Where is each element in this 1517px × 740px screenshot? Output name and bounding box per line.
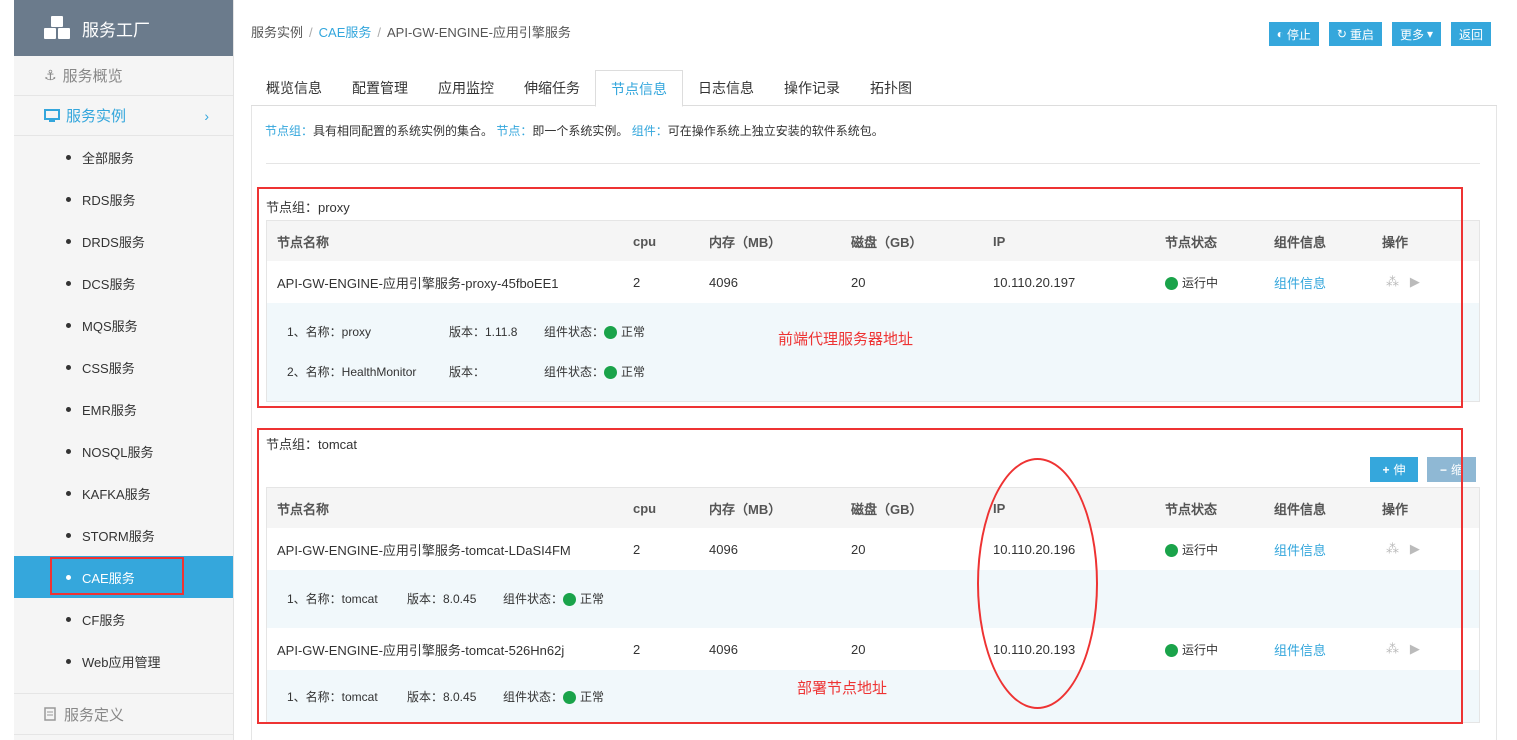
sidebar-item-label: DCS服务 [82,276,136,292]
sidebar-item-service[interactable]: DRDS服务 [14,220,233,262]
brand-header[interactable]: 服务工厂 [14,0,233,56]
tab-0[interactable]: 概览信息 [251,70,337,106]
sidebar-item-label: KAFKA服务 [82,486,151,502]
chevron-right-icon: › [204,107,209,124]
breadcrumb: 服务实例 / CAE服务 / API-GW-ENGINE-应用引擎服务 [251,25,571,40]
bullet-icon [66,364,71,370]
tab-6[interactable]: 操作记录 [769,70,855,106]
cubes-icon [44,16,70,39]
bullet-icon [66,448,71,454]
sidebar-item-label: MQS服务 [82,318,138,334]
service-submenu: 全部服务 RDS服务 DRDS服务 DCS服务 MQS服务 CSS服务 EMR服务 NOSQL… [14,136,233,682]
sidebar-item-service[interactable]: DCS服务 [14,262,233,304]
nav-label: 服务定义 [64,706,125,724]
anchor-icon: ⚓ [44,67,57,83]
bullet-icon [66,238,71,244]
action-buttons: ◐ 停止 ↻ 重启 更多 ▾ 返回 [1268,22,1491,46]
back-label: 返回 [1458,27,1483,42]
breadcrumb-current: API-GW-ENGINE-应用引擎服务 [387,25,571,40]
intro-key-node: 节点： [496,124,533,138]
intro-key-component: 组件： [631,124,668,138]
nav-service-overview[interactable]: ⚓ 服务概览 [14,56,233,96]
sidebar-item-label: RDS服务 [82,192,136,208]
monitor-icon [44,108,60,122]
annotation-tomcat-note: 部署节点地址 [797,680,888,697]
restart-button[interactable]: ↻ 重启 [1328,22,1382,46]
sidebar-item-label: EMR服务 [82,402,137,418]
sidebar-item-service[interactable]: EMR服务 [14,388,233,430]
restart-label: 重启 [1349,27,1374,42]
intro-text: 节点组：具有相同配置的系统实例的集合。 节点：即一个系统实例。 组件：可在操作系… [265,122,884,139]
annotation-ellipse-ip [977,458,1098,709]
more-label: 更多 [1399,27,1424,42]
tab-1[interactable]: 配置管理 [337,70,423,106]
sidebar-item-label: 全部服务 [82,150,135,166]
sidebar-item-service[interactable]: STORM服务 [14,514,233,556]
nav-label: 服务实例 [66,108,127,125]
tab-2[interactable]: 应用监控 [423,70,509,106]
bullet-icon [66,406,71,412]
bullet-icon [66,154,71,160]
bullet-icon [66,532,71,538]
toggle-icon: ◐ [1276,27,1284,41]
bullet-icon [66,280,71,286]
more-button[interactable]: 更多 ▾ [1391,22,1441,46]
annotation-box-proxy [257,187,1463,408]
sidebar-item-service[interactable]: CF服务 [14,598,233,640]
stop-button[interactable]: ◐ 停止 [1268,22,1319,46]
refresh-icon: ↻ [1336,27,1347,41]
sidebar-item-label: DRDS服务 [82,234,145,250]
tab-5[interactable]: 日志信息 [683,70,769,106]
sidebar-item-service[interactable]: RDS服务 [14,178,233,220]
intro-text-node: 即一个系统实例。 [532,124,629,138]
sidebar: 服务工厂 ⚓ 服务概览 服务实例 › 全部服务 RDS服务 DRDS服务 DCS服务 M… [14,0,234,740]
sidebar-item-service[interactable]: MQS服务 [14,304,233,346]
sidebar-item-label: Web应用管理 [82,654,161,670]
sidebar-item-service[interactable]: CSS服务 [14,346,233,388]
bullet-icon [66,196,71,202]
sidebar-item-label: CF服务 [82,612,126,628]
nav-label: 服务概览 [62,68,123,85]
divider [266,163,1480,164]
intro-text-group: 具有相同配置的系统实例的集合。 [313,124,494,138]
annotation-box-cae [50,557,184,595]
tab-7[interactable]: 拓扑图 [855,70,927,106]
sidebar-item-service[interactable]: NOSQL服务 [14,430,233,472]
sidebar-item-service[interactable]: Web应用管理 [14,640,233,682]
bullet-icon [66,658,71,664]
bullet-icon [66,616,71,622]
bullet-icon [66,490,71,496]
tab-3[interactable]: 伸缩任务 [509,70,595,106]
intro-key-group: 节点组： [265,124,314,138]
tab-bar: 概览信息 配置管理 应用监控 伸缩任务 节点信息 日志信息 操作记录 拓扑图 [251,70,1497,107]
sidebar-item-service[interactable]: 全部服务 [14,136,233,178]
back-button[interactable]: 返回 [1450,22,1491,46]
breadcrumb-mid[interactable]: CAE服务 [319,25,372,40]
sidebar-item-label: NOSQL服务 [82,444,154,460]
caret-down-icon: ▾ [1426,27,1433,41]
breadcrumb-root[interactable]: 服务实例 [251,25,303,40]
stop-label: 停止 [1286,27,1311,42]
bullet-icon [66,322,71,328]
sidebar-item-service[interactable]: KAFKA服务 [14,472,233,514]
tab-4[interactable]: 节点信息 [595,70,683,107]
brand-title: 服务工厂 [82,20,150,40]
annotation-proxy-note: 前端代理服务器地址 [778,331,914,348]
nav-service-definition[interactable]: 服务定义 [14,693,233,735]
nav-service-instances[interactable]: 服务实例 › [14,96,233,136]
sidebar-item-label: CSS服务 [82,360,135,376]
document-icon [44,707,56,721]
sidebar-item-label: STORM服务 [82,528,155,544]
intro-text-component: 可在操作系统上独立安装的软件系统包。 [667,124,884,138]
